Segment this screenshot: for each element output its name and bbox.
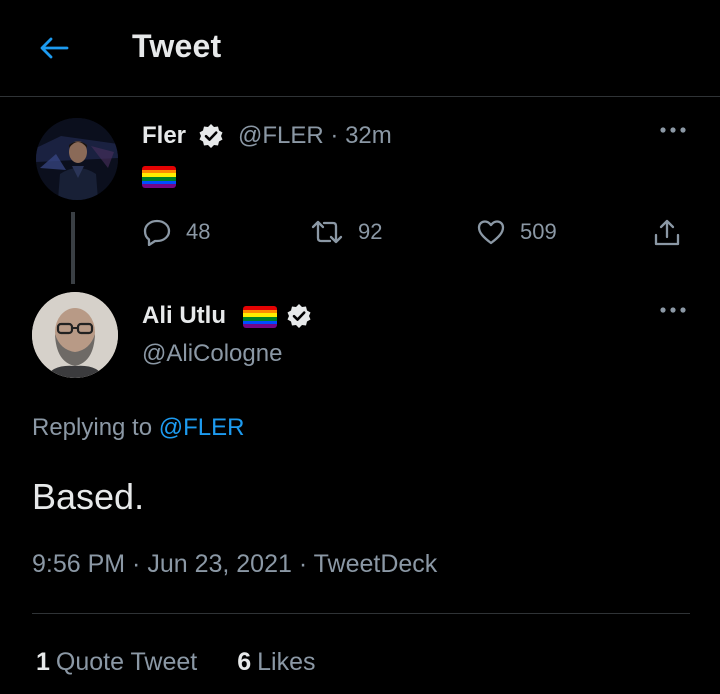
author-name[interactable]: Fler [142, 122, 186, 150]
heart-icon [477, 220, 505, 245]
verified-badge-icon [286, 303, 312, 334]
separator: · [330, 122, 339, 149]
replying-prefix: Replying to [32, 414, 153, 441]
quote-label: Quote Tweet [55, 648, 198, 676]
likes-link[interactable]: 6 Likes [237, 648, 315, 677]
tweet-meta: 9:56 PM · Jun 23, 2021 · TweetDeck [32, 550, 438, 578]
share-icon [654, 219, 680, 246]
avatar-fler-image [36, 118, 118, 200]
author-handle-time: @FLER · 32m [238, 122, 392, 150]
tweet-text: Based. [32, 476, 145, 517]
more-options-button[interactable] [656, 120, 690, 145]
engagement-stats: 1 Quote Tweet 6 Likes [36, 648, 315, 677]
back-arrow-icon [40, 37, 69, 59]
likes-count: 6 [237, 648, 252, 676]
replying-mention-link[interactable]: @FLER [159, 414, 245, 441]
back-button[interactable] [36, 30, 72, 66]
divider [32, 613, 690, 614]
more-options-button[interactable] [656, 300, 690, 325]
retweet-icon [311, 220, 343, 244]
author-handle[interactable]: @FLER [238, 122, 324, 149]
more-icon [660, 127, 686, 133]
retweet-button[interactable]: 92 [310, 218, 382, 246]
reply-icon [143, 219, 171, 246]
reply-author-handle[interactable]: @AliCologne [142, 340, 282, 368]
tweet-time[interactable]: 32m [345, 122, 392, 149]
thread-connector [71, 212, 75, 284]
avatar-fler[interactable] [36, 118, 118, 200]
quote-tweets-link[interactable]: 1 Quote Tweet [36, 648, 197, 677]
reply-author-name[interactable]: Ali Utlu [142, 302, 226, 330]
reply-count: 48 [186, 219, 211, 244]
rainbow-flag-icon [142, 166, 176, 188]
like-button[interactable]: 509 [476, 218, 557, 246]
likes-label: Likes [257, 648, 316, 676]
top-bar [0, 0, 720, 97]
more-icon [660, 307, 686, 313]
verified-badge-icon [198, 123, 224, 154]
page-title: Tweet [132, 28, 222, 64]
avatar-ali-utlu[interactable] [32, 292, 118, 378]
rainbow-flag-icon [243, 306, 277, 328]
replying-to-line: Replying to @FLER [32, 414, 244, 442]
avatar-ali-utlu-image [32, 292, 118, 378]
reply-button[interactable]: 48 [142, 218, 210, 246]
like-count: 509 [520, 219, 557, 244]
share-button[interactable] [652, 218, 682, 248]
quote-count: 1 [36, 648, 50, 676]
retweet-count: 92 [358, 219, 383, 244]
